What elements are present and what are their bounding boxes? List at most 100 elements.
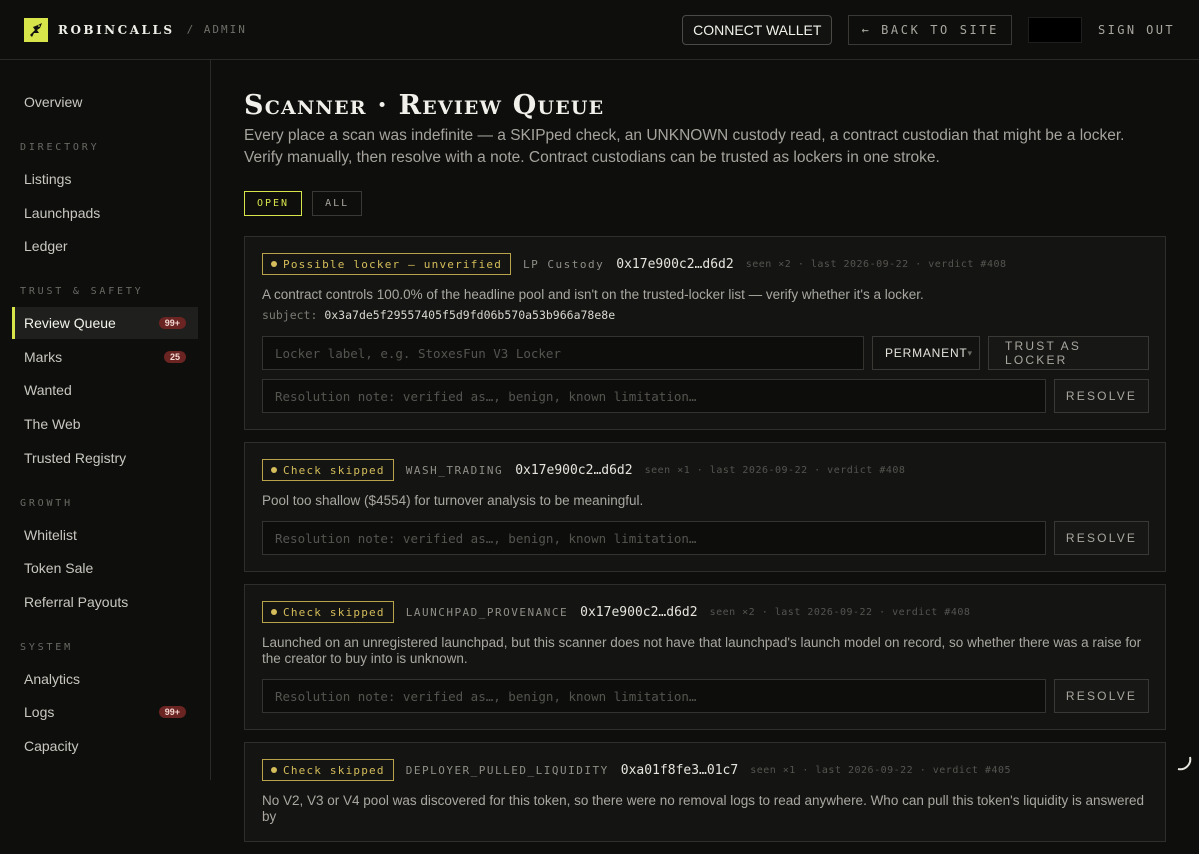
main-content: Scanner · Review Queue Every place a sca… bbox=[244, 60, 1166, 854]
sidebar-section-directory: DIRECTORY bbox=[20, 142, 190, 153]
sidebar-item-label: Ledger bbox=[24, 238, 68, 254]
review-card: Check skipped WASH_TRADING 0x17e900c2…d6… bbox=[244, 442, 1166, 572]
card-meta: seen ×2 · last 2026-09-22 · verdict #408 bbox=[710, 607, 971, 618]
resolve-button[interactable]: RESOLVE bbox=[1054, 379, 1149, 413]
status-badge: Check skipped bbox=[262, 601, 394, 623]
card-description: Launched on an unregistered launchpad, b… bbox=[262, 635, 1149, 667]
check-name: WASH_TRADING bbox=[406, 464, 503, 477]
page-title: Scanner · Review Queue bbox=[244, 90, 1166, 121]
sidebar-item-label: Launchpads bbox=[24, 205, 100, 221]
status-label: Possible locker — unverified bbox=[283, 258, 502, 271]
sidebar-item-whitelist[interactable]: Whitelist bbox=[12, 519, 198, 551]
check-name: LAUNCHPAD_PROVENANCE bbox=[406, 606, 568, 619]
count-badge: 99+ bbox=[159, 706, 186, 718]
sidebar-item-trusted-registry[interactable]: Trusted Registry bbox=[12, 442, 198, 474]
status-badge: Possible locker — unverified bbox=[262, 253, 511, 275]
resolve-button[interactable]: RESOLVE bbox=[1054, 521, 1149, 555]
card-description: No V2, V3 or V4 pool was discovered for … bbox=[262, 793, 1149, 825]
resolution-note-input[interactable]: Resolution note: verified as…, benign, k… bbox=[262, 521, 1046, 555]
resolution-note-input[interactable]: Resolution note: verified as…, benign, k… bbox=[262, 379, 1046, 413]
status-label: Check skipped bbox=[283, 464, 385, 477]
subject-label: subject: bbox=[262, 308, 317, 322]
sidebar: Overview DIRECTORY Listings Launchpads L… bbox=[0, 60, 211, 780]
robin-logo-icon bbox=[24, 18, 48, 42]
sidebar-item-analytics[interactable]: Analytics bbox=[12, 663, 198, 695]
sidebar-item-label: Capacity bbox=[24, 738, 78, 754]
sidebar-section-trust-safety: TRUST & SAFETY bbox=[20, 286, 190, 297]
card-meta: seen ×1 · last 2026-09-22 · verdict #408 bbox=[645, 465, 906, 476]
token-address[interactable]: 0x17e900c2…d6d2 bbox=[616, 257, 733, 272]
sidebar-item-ledger[interactable]: Ledger bbox=[12, 230, 198, 262]
sidebar-item-label: Referral Payouts bbox=[24, 594, 128, 610]
sidebar-item-review-queue[interactable]: Review Queue 99+ bbox=[12, 307, 198, 339]
status-dot-icon bbox=[271, 609, 277, 615]
filter-open[interactable]: OPEN bbox=[244, 191, 302, 216]
sidebar-item-label: Wanted bbox=[24, 382, 72, 398]
loading-spinner-icon bbox=[1175, 754, 1193, 772]
sidebar-item-logs[interactable]: Logs 99+ bbox=[12, 696, 198, 728]
token-address[interactable]: 0xa01f8fe3…01c7 bbox=[621, 763, 738, 778]
status-badge: Check skipped bbox=[262, 759, 394, 781]
sign-out-button[interactable]: SIGN OUT bbox=[1098, 23, 1175, 37]
status-dot-icon bbox=[271, 767, 277, 773]
locker-label-input[interactable]: Locker label, e.g. StoxesFun V3 Locker bbox=[262, 336, 864, 370]
card-meta: seen ×1 · last 2026-09-22 · verdict #405 bbox=[750, 765, 1011, 776]
token-address[interactable]: 0x17e900c2…d6d2 bbox=[515, 463, 632, 478]
select-value: PERMANENT bbox=[885, 346, 968, 360]
status-label: Check skipped bbox=[283, 606, 385, 619]
sidebar-item-label: Token Sale bbox=[24, 560, 93, 576]
top-bar: ROBINCALLS / ADMIN CONNECT WALLET ← BACK… bbox=[0, 0, 1199, 60]
card-description: A contract controls 100.0% of the headli… bbox=[262, 287, 1149, 303]
avatar[interactable] bbox=[1028, 17, 1082, 43]
filter-all[interactable]: ALL bbox=[312, 191, 362, 216]
status-label: Check skipped bbox=[283, 764, 385, 777]
page-description: Every place a scan was indefinite — a SK… bbox=[244, 125, 1159, 169]
count-badge: 99+ bbox=[159, 317, 186, 329]
chevron-down-icon: ▾ bbox=[968, 348, 973, 359]
card-description: Pool too shallow ($4554) for turnover an… bbox=[262, 493, 1149, 509]
brand-section: / ADMIN bbox=[187, 23, 247, 36]
sidebar-item-wanted[interactable]: Wanted bbox=[12, 374, 198, 406]
sidebar-item-label: Overview bbox=[24, 94, 82, 110]
sidebar-item-capacity[interactable]: Capacity bbox=[12, 730, 198, 762]
trust-as-locker-button[interactable]: TRUST AS LOCKER bbox=[988, 336, 1149, 370]
sidebar-item-label: Trusted Registry bbox=[24, 450, 126, 466]
sidebar-item-overview[interactable]: Overview bbox=[12, 86, 198, 118]
sidebar-item-label: The Web bbox=[24, 416, 81, 432]
card-meta: seen ×2 · last 2026-09-22 · verdict #408 bbox=[746, 259, 1007, 270]
resolve-button[interactable]: RESOLVE bbox=[1054, 679, 1149, 713]
token-address[interactable]: 0x17e900c2…d6d2 bbox=[580, 605, 697, 620]
sidebar-item-label: Analytics bbox=[24, 671, 80, 687]
status-dot-icon bbox=[271, 467, 277, 473]
connect-wallet-button[interactable]: CONNECT WALLET bbox=[682, 15, 832, 45]
sidebar-item-listings[interactable]: Listings bbox=[12, 163, 198, 195]
resolution-note-input[interactable]: Resolution note: verified as…, benign, k… bbox=[262, 679, 1046, 713]
sidebar-item-marks[interactable]: Marks 25 bbox=[12, 341, 198, 373]
sidebar-item-label: Logs bbox=[24, 704, 54, 720]
brand[interactable]: ROBINCALLS / ADMIN bbox=[24, 18, 247, 42]
lock-duration-select[interactable]: PERMANENT▾ bbox=[872, 336, 980, 370]
sidebar-item-label: Review Queue bbox=[24, 315, 116, 331]
status-badge: Check skipped bbox=[262, 459, 394, 481]
brand-name: ROBINCALLS bbox=[58, 23, 175, 37]
review-card: Check skipped LAUNCHPAD_PROVENANCE 0x17e… bbox=[244, 584, 1166, 730]
count-badge: 25 bbox=[164, 351, 186, 363]
sidebar-item-referral-payouts[interactable]: Referral Payouts bbox=[12, 586, 198, 618]
sidebar-item-label: Marks bbox=[24, 349, 62, 365]
sidebar-section-system: SYSTEM bbox=[20, 642, 190, 653]
sidebar-item-the-web[interactable]: The Web bbox=[12, 408, 198, 440]
sidebar-section-growth: GROWTH bbox=[20, 498, 190, 509]
review-card: Possible locker — unverified LP Custody … bbox=[244, 236, 1166, 430]
check-name: LP Custody bbox=[523, 258, 604, 271]
subject-line: subject: 0x3a7de5f29557405f5d9fd06b570a5… bbox=[262, 308, 1149, 322]
filter-tabs: OPEN ALL bbox=[244, 191, 1166, 216]
sidebar-item-label: Whitelist bbox=[24, 527, 77, 543]
sidebar-item-launchpads[interactable]: Launchpads bbox=[12, 197, 198, 229]
review-card: Check skipped DEPLOYER_PULLED_LIQUIDITY … bbox=[244, 742, 1166, 842]
sidebar-item-token-sale[interactable]: Token Sale bbox=[12, 552, 198, 584]
status-dot-icon bbox=[271, 261, 277, 267]
sidebar-item-label: Listings bbox=[24, 171, 71, 187]
check-name: DEPLOYER_PULLED_LIQUIDITY bbox=[406, 764, 609, 777]
subject-address[interactable]: 0x3a7de5f29557405f5d9fd06b570a53b966a78e… bbox=[324, 308, 615, 322]
back-to-site-button[interactable]: ← BACK TO SITE bbox=[848, 15, 1012, 45]
